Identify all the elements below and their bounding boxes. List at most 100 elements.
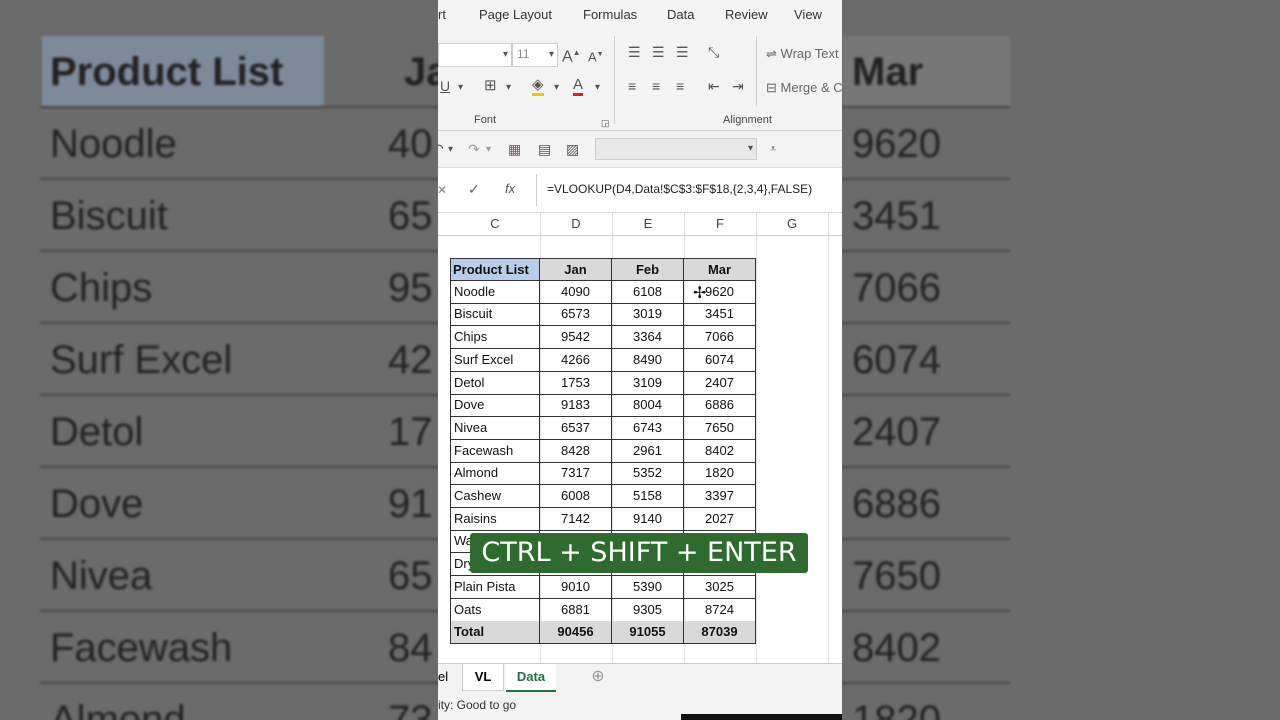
add-sheet-icon[interactable]: ⊕ (588, 664, 608, 690)
align-right-icon[interactable]: ≡ (676, 78, 684, 94)
sheet-tab-data[interactable]: Data (506, 664, 556, 693)
value-cell[interactable]: 3364 (612, 326, 684, 350)
tab-data[interactable]: Data (667, 7, 694, 22)
decrease-font-icon[interactable]: A▼ (588, 47, 604, 65)
cancel-icon[interactable]: ✕ (438, 182, 447, 198)
align-left-icon[interactable]: ≡ (628, 78, 636, 94)
insert-function-icon[interactable]: fx (505, 181, 515, 197)
value-cell[interactable]: 6573 (540, 303, 612, 327)
tab-page-layout[interactable]: Page Layout (479, 7, 552, 22)
align-top-icon[interactable]: ☰ (628, 44, 641, 60)
font-name-select[interactable]: ▾ (438, 43, 512, 67)
tab-insert[interactable]: rt (438, 7, 446, 22)
value-cell[interactable]: 5390 (612, 575, 684, 599)
spreadsheet-grid[interactable]: Product List Jan Feb Mar Noodle 4090 6108 9620 B… (438, 236, 842, 664)
value-cell[interactable]: 8724 (684, 598, 756, 622)
value-cell[interactable]: 2407 (684, 371, 756, 395)
value-cell[interactable]: 7317 (540, 462, 612, 486)
product-name-cell[interactable]: Almond (450, 462, 540, 486)
font-color-icon[interactable]: A (573, 76, 584, 96)
product-name-cell[interactable]: Oats (450, 598, 540, 622)
product-name-cell[interactable]: Raisins (450, 507, 540, 531)
value-cell[interactable]: 3109 (612, 371, 684, 395)
value-cell[interactable]: 8004 (612, 394, 684, 418)
value-cell[interactable]: 9183 (540, 394, 612, 418)
chevron-down-icon[interactable]: ▾ (506, 80, 511, 96)
value-cell[interactable]: 4266 (540, 348, 612, 372)
product-name-cell[interactable]: Surf Excel (450, 348, 540, 372)
chevron-down-icon[interactable]: ▾ (595, 80, 600, 96)
value-cell[interactable]: 8490 (612, 348, 684, 372)
header-month[interactable]: Jan (540, 258, 612, 281)
chevron-down-icon[interactable]: ▾ (448, 142, 453, 158)
value-cell[interactable]: 9140 (612, 507, 684, 531)
value-cell[interactable]: 9542 (540, 326, 612, 350)
total-value-cell[interactable]: 87039 (684, 621, 756, 645)
qat-select[interactable]: ▾ (595, 138, 757, 160)
value-cell[interactable]: 7142 (540, 507, 612, 531)
align-middle-icon[interactable]: ☰ (652, 44, 665, 60)
value-cell[interactable]: 6108 (612, 280, 684, 304)
value-cell[interactable]: 1753 (540, 371, 612, 395)
value-cell[interactable]: 5158 (612, 485, 684, 508)
decrease-indent-icon[interactable]: ⇤ (708, 78, 720, 94)
borders-icon[interactable]: ⊞ (484, 78, 497, 94)
value-cell[interactable]: 6537 (540, 416, 612, 440)
value-cell[interactable]: 6743 (612, 416, 684, 440)
product-name-cell[interactable]: Plain Pista (450, 575, 540, 599)
align-center-icon[interactable]: ≡ (652, 78, 660, 94)
value-cell[interactable]: 3451 (684, 303, 756, 327)
merge-center-button[interactable]: ⊟ Merge & C (766, 80, 842, 96)
product-name-cell[interactable]: Detol (450, 371, 540, 395)
wrap-text-button[interactable]: ⇌ Wrap Text (766, 46, 839, 62)
header-month[interactable]: Feb (612, 258, 684, 281)
total-label-cell[interactable]: Total (450, 621, 540, 645)
formula-input[interactable]: =VLOOKUP(D4,Data!$C$3:$F$18,{2,3,4},FALS… (547, 182, 812, 196)
product-name-cell[interactable]: Nivea (450, 416, 540, 440)
tab-formulas[interactable]: Formulas (583, 7, 637, 22)
value-cell[interactable]: 8428 (540, 439, 612, 463)
value-cell[interactable]: 9010 (540, 575, 612, 599)
column-header-g[interactable]: G (756, 213, 829, 235)
value-cell[interactable]: 9305 (612, 598, 684, 622)
value-cell[interactable]: 5352 (612, 462, 684, 486)
product-name-cell[interactable]: Facewash (450, 439, 540, 463)
value-cell[interactable]: 6008 (540, 485, 612, 508)
chevron-down-icon[interactable]: ▾ (458, 80, 463, 96)
font-size-select[interactable]: 11 ▾ (512, 43, 558, 67)
column-header-f[interactable]: F (684, 213, 757, 235)
product-name-cell[interactable]: Chips (450, 326, 540, 350)
header-product-list[interactable]: Product List (450, 258, 540, 281)
increase-font-icon[interactable]: A▲ (562, 45, 581, 65)
customize-qat-icon[interactable]: ⩡ (770, 141, 776, 157)
value-cell[interactable]: 7650 (684, 416, 756, 440)
value-cell[interactable]: 6886 (684, 394, 756, 418)
value-cell[interactable]: 3397 (684, 485, 756, 508)
fill-color-icon[interactable]: ◈ (532, 76, 544, 96)
total-value-cell[interactable]: 90456 (540, 621, 612, 645)
chevron-down-icon[interactable]: ▾ (554, 80, 559, 96)
header-month[interactable]: Mar (684, 258, 756, 281)
column-header-d[interactable]: D (540, 213, 613, 235)
value-cell[interactable]: 8402 (684, 439, 756, 463)
redo-icon[interactable]: ↷ (468, 141, 480, 157)
value-cell[interactable]: 3019 (612, 303, 684, 327)
value-cell[interactable]: 7066 (684, 326, 756, 350)
increase-indent-icon[interactable]: ⇥ (732, 78, 744, 94)
dialog-launcher-icon[interactable]: ◲ (601, 115, 610, 131)
column-header-e[interactable]: E (612, 213, 685, 235)
form-icon[interactable]: ▦ (508, 141, 521, 157)
orientation-icon[interactable]: ⤡ (708, 44, 719, 60)
tab-review[interactable]: Review (725, 7, 768, 22)
picture-icon[interactable]: ▨ (566, 141, 579, 157)
align-bottom-icon[interactable]: ☰ (676, 44, 689, 60)
sheet-tab-el[interactable]: el (438, 664, 458, 690)
chevron-down-icon[interactable]: ▾ (486, 142, 491, 158)
value-cell[interactable]: 6074 (684, 348, 756, 372)
enter-icon[interactable]: ✓ (468, 181, 480, 197)
column-header-c[interactable]: C (450, 213, 541, 235)
product-name-cell[interactable]: Cashew (450, 485, 540, 508)
undo-icon[interactable]: ↶ (438, 141, 444, 157)
total-value-cell[interactable]: 91055 (612, 621, 684, 645)
sheet-tab-vl[interactable]: VL (462, 664, 504, 691)
